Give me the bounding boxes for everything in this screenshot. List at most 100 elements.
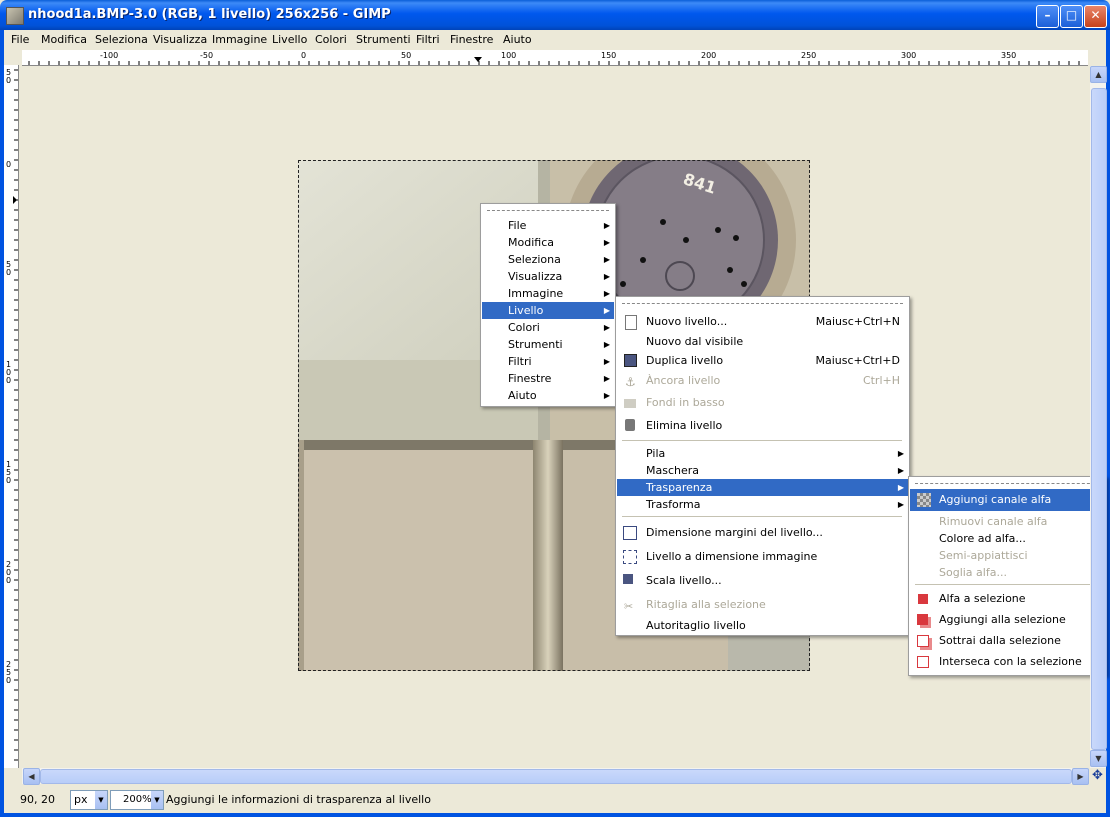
rimuovi-canale-alfa-item[interactable]: Rimuovi canale alfa — [910, 513, 1105, 530]
maschera-item[interactable]: Maschera ▶ — [617, 462, 908, 479]
hruler-label: 100 — [501, 51, 517, 60]
ritaglia-alla-selezione-item[interactable]: ✂ Ritaglia alla selezione — [617, 596, 908, 616]
alpha-to-selection-icon — [918, 594, 928, 604]
hruler-label: 300 — [901, 51, 917, 60]
new-layer-icon — [625, 315, 637, 330]
elimina-livello-item[interactable]: Elimina livello — [617, 417, 908, 436]
dimensione-margini-item[interactable]: Dimensione margini del livello... — [617, 524, 908, 544]
vruler-label: 200 — [6, 560, 12, 585]
menu-aiuto[interactable]: Aiuto — [503, 33, 532, 46]
ctx-item-modifica[interactable]: Modifica ▶ — [482, 234, 614, 251]
hruler-label: 350 — [1001, 51, 1017, 60]
navigate-corner[interactable] — [1088, 50, 1106, 65]
interseca-con-la-selezione-item[interactable]: Interseca con la selezione — [910, 653, 1105, 673]
subtract-selection-icon — [917, 635, 929, 647]
vertical-scroll-thumb[interactable] — [1091, 88, 1107, 750]
alfa-a-selezione-item[interactable]: Alfa a selezione — [910, 590, 1105, 610]
ctx-item-aiuto[interactable]: Aiuto ▶ — [482, 387, 614, 404]
zoom-select[interactable]: 200% ▼ — [110, 790, 164, 810]
alpha-checker-icon — [917, 493, 931, 507]
trasforma-item[interactable]: Trasforma ▶ — [617, 496, 908, 513]
pila-item[interactable]: Pila ▶ — [617, 445, 908, 462]
scala-livello-item[interactable]: Scala livello... — [617, 572, 908, 592]
ctx-item-file[interactable]: File ▶ — [482, 217, 614, 234]
sottrai-dalla-selezione-item[interactable]: Sottrai dalla selezione — [910, 632, 1105, 652]
tearoff-line[interactable] — [622, 303, 903, 304]
add-selection-icon — [917, 614, 928, 625]
status-message: Aggiungi le informazioni di trasparenza … — [166, 793, 431, 806]
menu-file[interactable]: File — [11, 33, 29, 46]
vruler-label: 100 — [6, 360, 12, 385]
menu-modifica[interactable]: Modifica — [41, 33, 87, 46]
ctx-item-visualizza[interactable]: Visualizza ▶ — [482, 268, 614, 285]
colore-ad-alfa-item[interactable]: Colore ad alfa... — [910, 530, 1105, 547]
duplica-livello-item[interactable]: Duplica livello Maiusc+Ctrl+D — [617, 352, 908, 371]
scroll-left-icon[interactable]: ◀ — [23, 768, 40, 785]
layer-to-image-size-icon — [623, 550, 637, 564]
menu-colori[interactable]: Colori — [315, 33, 347, 46]
soglia-alfa-item[interactable]: Soglia alfa... — [910, 564, 1105, 581]
navigate-icon[interactable]: ✥ — [1089, 768, 1106, 784]
unit-select[interactable]: px ▼ — [70, 790, 108, 810]
aggiungi-alla-selezione-item[interactable]: Aggiungi alla selezione — [910, 611, 1105, 631]
trasparenza-submenu: Aggiungi canale alfa Rimuovi canale alfa… — [908, 476, 1107, 676]
hruler-label: 150 — [601, 51, 617, 60]
gimp-app-icon — [6, 7, 24, 25]
hruler-label: -100 — [100, 51, 119, 60]
quick-mask-toggle[interactable] — [4, 768, 22, 784]
aggiungi-canale-alfa-item[interactable]: Aggiungi canale alfa — [910, 489, 1105, 511]
chevron-down-icon: ▼ — [95, 791, 107, 809]
tearoff-line[interactable] — [915, 483, 1100, 484]
scale-layer-icon — [623, 574, 633, 584]
menu-strumenti[interactable]: Strumenti — [356, 33, 411, 46]
nuovo-livello-item[interactable]: Nuovo livello... Maiusc+Ctrl+N — [617, 313, 908, 333]
scroll-down-icon[interactable]: ▼ — [1090, 750, 1107, 767]
livello-submenu: Nuovo livello... Maiusc+Ctrl+N Nuovo dal … — [615, 296, 910, 636]
menu-separator — [622, 516, 902, 517]
close-button[interactable]: ✕ — [1084, 5, 1107, 28]
semi-appiattisci-item[interactable]: Semi-appiattisci — [910, 547, 1105, 564]
scroll-right-icon[interactable]: ▶ — [1072, 768, 1089, 785]
ctx-item-livello[interactable]: Livello ▶ — [482, 302, 614, 319]
chevron-down-icon: ▼ — [151, 791, 163, 809]
pointer-coordinates: 90, 20 — [20, 793, 55, 806]
vruler-label: 50 — [6, 260, 12, 277]
ctx-item-strumenti[interactable]: Strumenti ▶ — [482, 336, 614, 353]
menu-seleziona[interactable]: Seleziona — [95, 33, 148, 46]
autoritaglio-livello-item[interactable]: Autoritaglio livello — [617, 617, 908, 634]
intersect-selection-icon — [917, 656, 929, 668]
ctx-item-finestre[interactable]: Finestre ▶ — [482, 370, 614, 387]
scroll-up-icon[interactable]: ▲ — [1090, 66, 1107, 83]
minimize-button[interactable]: – — [1036, 5, 1059, 28]
ancora-livello-item[interactable]: ⚓ Àncora livello Ctrl+H — [617, 372, 908, 391]
menu-livello[interactable]: Livello — [272, 33, 307, 46]
submenu-arrow-icon: ▶ — [897, 483, 904, 492]
menu-filtri[interactable]: Filtri — [416, 33, 440, 46]
crop-icon: ✂ — [624, 600, 634, 613]
ctx-item-seleziona[interactable]: Seleziona ▶ — [482, 251, 614, 268]
submenu-arrow-icon: ▶ — [897, 466, 904, 475]
fondi-in-basso-item[interactable]: Fondi in basso — [617, 394, 908, 413]
menubar: File Modifica Seleziona Visualizza Immag… — [4, 30, 1106, 49]
hruler-label: 0 — [301, 51, 307, 60]
merge-down-icon — [624, 399, 636, 408]
maximize-button[interactable]: □ — [1060, 5, 1083, 28]
ctx-item-colori[interactable]: Colori ▶ — [482, 319, 614, 336]
trasparenza-item[interactable]: Trasparenza ▶ — [617, 479, 908, 496]
window-title: nhood1a.BMP-3.0 (RGB, 1 livello) 256x256… — [28, 7, 391, 22]
vertical-ruler[interactable]: 50 0 50 100 150 200 250 — [4, 65, 19, 768]
ctx-item-immagine[interactable]: Immagine ▶ — [482, 285, 614, 302]
nuovo-dal-visibile-item[interactable]: Nuovo dal visibile — [617, 333, 908, 352]
submenu-arrow-icon: ▶ — [897, 449, 904, 458]
hruler-label: 200 — [701, 51, 717, 60]
tearoff-line[interactable] — [487, 210, 609, 211]
menu-visualizza[interactable]: Visualizza — [153, 33, 207, 46]
ruler-corner — [4, 50, 22, 65]
menu-immagine[interactable]: Immagine — [212, 33, 267, 46]
hruler-label: 250 — [801, 51, 817, 60]
livello-a-dimensione-immagine-item[interactable]: Livello a dimensione immagine — [617, 548, 908, 568]
horizontal-ruler[interactable]: -100 -50 0 50 100 150 200 250 300 350 — [22, 50, 1088, 66]
ctx-item-filtri[interactable]: Filtri ▶ — [482, 353, 614, 370]
horizontal-scroll-thumb[interactable] — [40, 769, 1072, 784]
menu-finestre[interactable]: Finestre — [450, 33, 493, 46]
